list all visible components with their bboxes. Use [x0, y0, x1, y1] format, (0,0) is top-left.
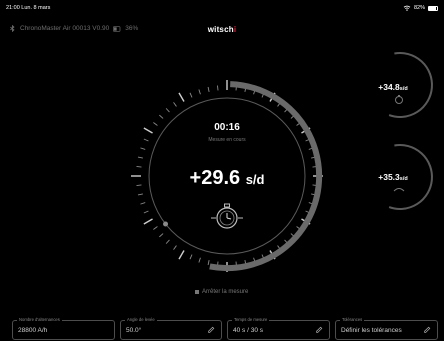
dial-tick: [173, 245, 177, 250]
stopwatch-icon: [211, 203, 243, 229]
dial-tick: [189, 254, 193, 260]
side-reading-1-unit: s/d: [399, 86, 408, 92]
dial-tick: [178, 92, 185, 102]
dial-tick: [207, 260, 210, 266]
measure-time-field[interactable]: Temps de mesure 40 s / 30 s: [227, 317, 330, 340]
measure-time-label: Temps de mesure: [232, 317, 270, 322]
dial-tick: [143, 210, 149, 214]
dial-tick: [207, 86, 210, 92]
stop-icon: [195, 290, 199, 294]
dial-tick: [198, 257, 201, 263]
edit-pencil-icon[interactable]: [315, 326, 323, 334]
crown-up-icon: [395, 95, 403, 104]
dial-tick: [165, 108, 170, 113]
tolerances-value: Définir les tolérances: [341, 327, 402, 334]
beat-rate-value: 28800 A/h: [18, 327, 48, 334]
dial-tick: [217, 85, 219, 91]
dial-tick: [165, 239, 170, 244]
edit-pencil-icon[interactable]: [207, 326, 215, 334]
dial-tick: [198, 89, 201, 95]
beat-rate-label: Nombre d'alternances: [17, 317, 62, 322]
stop-measure-button[interactable]: Arrêter la mesure: [195, 289, 248, 295]
measure-time-value: 40 s / 30 s: [233, 327, 263, 334]
dial-tick: [173, 102, 177, 107]
stop-measure-label: Arrêter la mesure: [202, 289, 249, 295]
side-reading-2-unit: s/d: [399, 176, 408, 182]
lift-angle-label: Angle de levée: [125, 317, 157, 322]
rate-value: +29.6: [189, 167, 241, 189]
dial-tick: [153, 226, 158, 230]
elapsed-time: 00:16: [214, 122, 240, 133]
dial-tick: [137, 156, 143, 159]
beat-rate-field: Nombre d'alternances 28800 A/h: [12, 317, 115, 340]
tolerances-label: Tolérances: [340, 317, 365, 322]
dial-tick: [178, 250, 185, 260]
dial-tick: [137, 193, 143, 196]
dial-tick: [159, 233, 164, 238]
dial-tick: [189, 92, 193, 98]
measure-status: Mesure en cours: [208, 137, 246, 143]
rate-unit: s/d: [245, 172, 265, 187]
dial-tick: [143, 218, 153, 225]
tolerances-field[interactable]: Tolérances Définir les tolérances: [335, 317, 438, 340]
side-reading-1: +34.8s/d: [363, 82, 423, 92]
crown-side-icon: [393, 188, 405, 192]
dial-tick: [143, 138, 149, 142]
edit-pencil-icon[interactable]: [423, 326, 431, 334]
side-reading-2-value: +35.3: [378, 172, 400, 182]
lift-angle-value: 50.0°: [126, 327, 142, 334]
dial-tick: [140, 202, 146, 205]
rate-display: +29.6 s/d: [130, 167, 324, 190]
dial-tick: [159, 114, 164, 119]
lift-angle-field[interactable]: Angle de levée 50.0°: [120, 317, 222, 340]
side-reading-2: +35.3s/d: [363, 172, 423, 182]
side-reading-1-value: +34.8: [378, 82, 400, 92]
dial-tick: [140, 147, 146, 150]
progress-marker: [163, 221, 169, 227]
